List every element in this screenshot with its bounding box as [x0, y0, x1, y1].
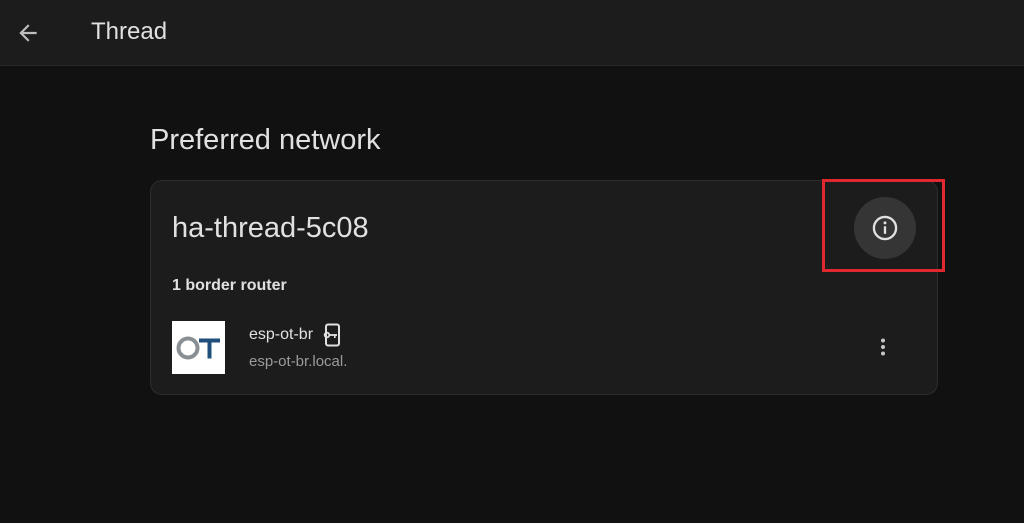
back-button[interactable] [8, 13, 48, 53]
border-router-menu-button[interactable] [863, 327, 903, 367]
more-vertical-icon [881, 338, 885, 356]
network-name: ha-thread-5c08 [172, 212, 369, 244]
border-router-hostname: esp-ot-br.local. [249, 353, 348, 370]
app-toolbar: Thread [0, 0, 1024, 66]
network-info-button[interactable] [854, 197, 916, 259]
openthread-logo [172, 321, 225, 374]
border-router-list-item: esp-ot-br esp-ot-br.local. [151, 311, 937, 381]
info-circle-icon [872, 215, 898, 241]
page-title: Thread [91, 18, 168, 45]
preferred-network-heading: Preferred network [150, 124, 381, 156]
network-card: ha-thread-5c08 1 border router esp-ot-br [150, 180, 938, 395]
border-router-name: esp-ot-br [249, 326, 314, 343]
device-key-icon [322, 323, 342, 347]
arrow-left-icon [19, 24, 37, 42]
border-router-count: 1 border router [172, 277, 287, 294]
